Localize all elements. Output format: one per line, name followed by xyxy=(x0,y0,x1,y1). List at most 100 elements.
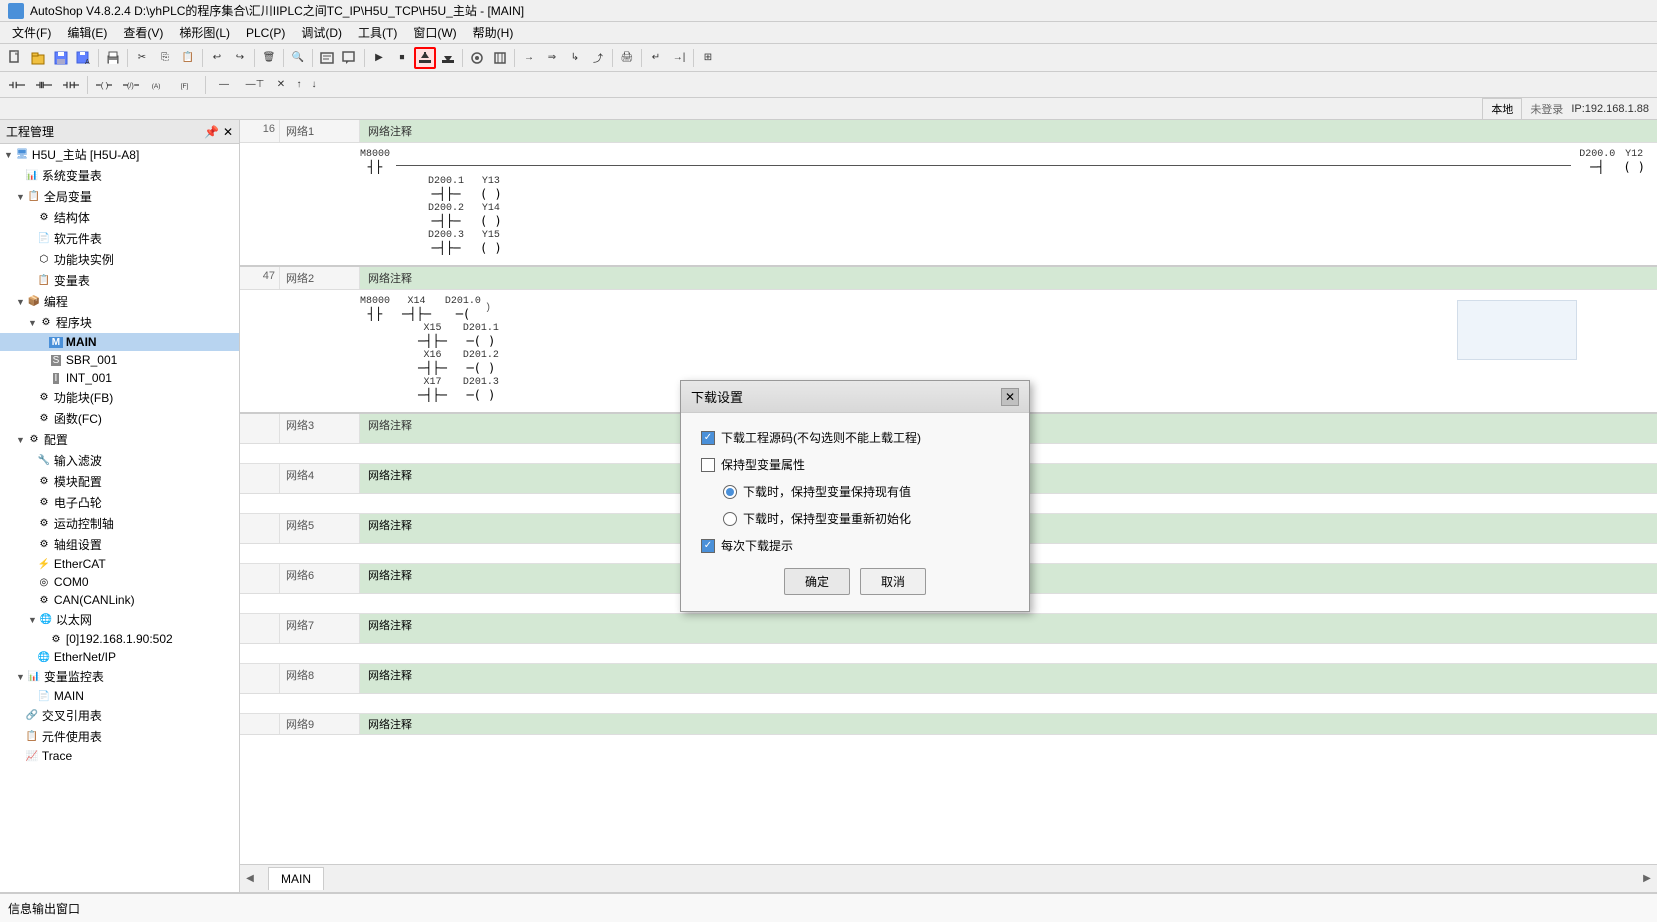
tree-inputfilter[interactable]: ▶ 🔧 输入滤波 xyxy=(0,450,239,471)
tree-trace[interactable]: ▶ 📈 Trace xyxy=(0,747,239,765)
nav-right[interactable]: ▶ xyxy=(1637,869,1657,889)
ladder-line5[interactable]: ↓ xyxy=(307,74,321,96)
debug-btn4[interactable]: ⤴ xyxy=(587,47,609,69)
tab-main[interactable]: MAIN xyxy=(268,867,324,890)
tree-monitor[interactable]: ▼ 📊 变量监控表 xyxy=(0,666,239,687)
stop-button[interactable]: ⏹ xyxy=(391,47,413,69)
tree-struct[interactable]: ▶ ⚙ 结构体 xyxy=(0,207,239,228)
tree-motionaxis[interactable]: ▶ ⚙ 运动控制轴 xyxy=(0,513,239,534)
tree-ip-addr[interactable]: ▶ ⚙ [0]192.168.1.90:502 xyxy=(0,630,239,648)
tree-fbinst[interactable]: ▶ ⬡ 功能块实例 xyxy=(0,249,239,270)
saveas-button[interactable]: A xyxy=(73,47,95,69)
cancel-button[interactable]: 取消 xyxy=(860,568,926,595)
radio-reset-on-download[interactable] xyxy=(723,512,737,526)
tree-ethercat[interactable]: ▶ ⚡ EtherCAT xyxy=(0,555,239,573)
confirm-button[interactable]: 确定 xyxy=(784,568,850,595)
nav-btn1[interactable]: ↵ xyxy=(645,47,667,69)
tree-main[interactable]: ▶ M MAIN xyxy=(0,333,239,351)
ladder-btn3[interactable] xyxy=(58,74,84,96)
tree-sysvar[interactable]: ▶ 📊 系统变量表 xyxy=(0,165,239,186)
progblock-expand[interactable]: ▼ xyxy=(28,318,37,328)
ladder-coil2[interactable]: (/) xyxy=(118,74,144,96)
tree-fbblock[interactable]: ▶ ⚙ 功能块(FB) xyxy=(0,387,239,408)
find-button[interactable]: 🔍 xyxy=(287,47,309,69)
copy-button[interactable]: ⎘ xyxy=(154,47,176,69)
redo-button[interactable]: ↪ xyxy=(229,47,251,69)
checkbox-download-source[interactable]: ✓ xyxy=(701,431,715,445)
comment-btn2[interactable] xyxy=(339,47,361,69)
display-btn[interactable]: ⊞ xyxy=(697,47,719,69)
run-button[interactable]: ▶ xyxy=(368,47,390,69)
checkbox-prompt-every[interactable]: ✓ xyxy=(701,539,715,553)
menu-view[interactable]: 查看(V) xyxy=(115,22,171,43)
prog-expand[interactable]: ▼ xyxy=(16,297,25,307)
globalvar-expand[interactable]: ▼ xyxy=(16,192,25,202)
nav-btn2[interactable]: →| xyxy=(668,47,690,69)
tree-ethernet[interactable]: ▼ 🌐 以太网 xyxy=(0,609,239,630)
menu-tools[interactable]: 工具(T) xyxy=(350,22,405,43)
tree-prog[interactable]: ▼ 📦 编程 xyxy=(0,291,239,312)
tree-can[interactable]: ▶ ⚙ CAN(CANLink) xyxy=(0,591,239,609)
debug-btn3[interactable]: ↳ xyxy=(564,47,586,69)
config-expand[interactable]: ▼ xyxy=(16,435,25,445)
menu-file[interactable]: 文件(F) xyxy=(4,22,59,43)
save-button[interactable] xyxy=(50,47,72,69)
debug-btn1[interactable]: → xyxy=(518,47,540,69)
tree-com0[interactable]: ▶ ◎ COM0 xyxy=(0,573,239,591)
ethernet-expand[interactable]: ▼ xyxy=(28,615,37,625)
ladder-line4[interactable]: ↑ xyxy=(292,74,306,96)
tree-globalvar[interactable]: ▼ 📋 全局变量 xyxy=(0,186,239,207)
open-button[interactable] xyxy=(27,47,49,69)
print-button[interactable] xyxy=(102,47,124,69)
menu-debug[interactable]: 调试(D) xyxy=(293,22,350,43)
monitor-btn1[interactable] xyxy=(466,47,488,69)
radio-retain-on-download[interactable] xyxy=(723,485,737,499)
menu-window[interactable]: 窗口(W) xyxy=(405,22,464,43)
ladder-coil4[interactable]: [F] xyxy=(174,74,202,96)
menu-plc[interactable]: PLC(P) xyxy=(238,24,293,42)
ladder-btn2[interactable] xyxy=(31,74,57,96)
tree-root[interactable]: ▼ 🖥 H5U_主站 [H5U-A8] xyxy=(0,144,239,165)
root-expand[interactable]: ▼ xyxy=(4,150,13,160)
tree-progblock[interactable]: ▼ ⚙ 程序块 xyxy=(0,312,239,333)
cut-button[interactable]: ✂ xyxy=(131,47,153,69)
ladder-coil3[interactable]: (A) xyxy=(145,74,173,96)
print-btn2[interactable]: 🖨 xyxy=(616,47,638,69)
ladder-line3[interactable]: ✕ xyxy=(271,74,291,96)
ladder-line2[interactable]: —⊤ xyxy=(240,74,270,96)
ladder-coil1[interactable]: () xyxy=(91,74,117,96)
tree-softelem[interactable]: ▶ 📄 软元件表 xyxy=(0,228,239,249)
paste-button[interactable]: 📋 xyxy=(177,47,199,69)
tree-cam[interactable]: ▶ ⚙ 电子凸轮 xyxy=(0,492,239,513)
menu-ladder[interactable]: 梯形图(L) xyxy=(171,22,238,43)
debug-btn2[interactable]: ⇒ xyxy=(541,47,563,69)
new-button[interactable] xyxy=(4,47,26,69)
tree-config[interactable]: ▼ ⚙ 配置 xyxy=(0,429,239,450)
undo-button[interactable]: ↩ xyxy=(206,47,228,69)
tree-usage[interactable]: ▶ 📋 元件使用表 xyxy=(0,726,239,747)
tree-axisgrp[interactable]: ▶ ⚙ 轴组设置 xyxy=(0,534,239,555)
tree-sbr001[interactable]: ▶ S SBR_001 xyxy=(0,351,239,369)
monitor-expand[interactable]: ▼ xyxy=(16,672,25,682)
tree-pin[interactable]: 📌 xyxy=(204,125,219,139)
tree-fc[interactable]: ▶ ⚙ 函数(FC) xyxy=(0,408,239,429)
comment-btn1[interactable] xyxy=(316,47,338,69)
ladder-btn1[interactable] xyxy=(4,74,30,96)
tree-int001[interactable]: ▶ I INT_001 xyxy=(0,369,239,387)
menu-help[interactable]: 帮助(H) xyxy=(465,22,522,43)
tree-xref[interactable]: ▶ 🔗 交叉引用表 xyxy=(0,705,239,726)
upload-button[interactable] xyxy=(437,47,459,69)
tree-close[interactable]: ✕ xyxy=(223,125,233,139)
monitor-btn2[interactable] xyxy=(489,47,511,69)
checkbox-retain-var[interactable] xyxy=(701,458,715,472)
dialog-close-button[interactable]: ✕ xyxy=(1001,388,1019,406)
tree-vartable[interactable]: ▶ 📋 变量表 xyxy=(0,270,239,291)
download-button[interactable] xyxy=(414,47,436,69)
delete-button[interactable]: 🗑 xyxy=(258,47,280,69)
tree-monitor-main[interactable]: ▶ 📄 MAIN xyxy=(0,687,239,705)
tree-ethernetip[interactable]: ▶ 🌐 EtherNet/IP xyxy=(0,648,239,666)
download-settings-dialog[interactable]: 下载设置 ✕ ✓ 下载工程源码(不勾选则不能上载工程) 保持型变量属性 下载时，… xyxy=(680,380,1030,612)
ladder-line1[interactable]: — xyxy=(209,74,239,96)
tree-modconfig[interactable]: ▶ ⚙ 模块配置 xyxy=(0,471,239,492)
menu-edit[interactable]: 编辑(E) xyxy=(59,22,115,43)
